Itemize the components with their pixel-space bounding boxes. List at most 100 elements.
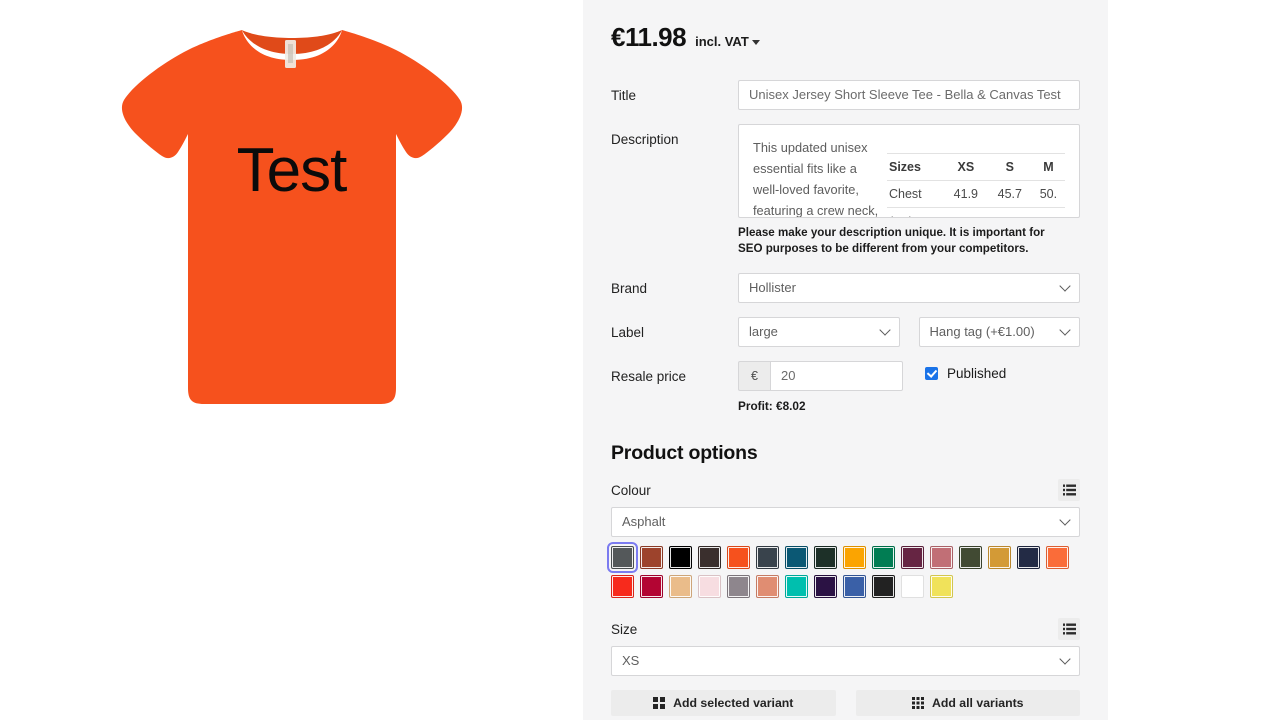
size-selected-value: XS	[622, 653, 640, 668]
size-table-cell: 50.	[1031, 180, 1065, 208]
colour-swatch-grid[interactable]	[607, 542, 1086, 598]
size-table-cell-empty	[1031, 207, 1065, 217]
label-size-select[interactable]: large	[738, 317, 900, 347]
product-form-pane: €11.98 incl. VAT Title Unisex Jersey Sho…	[583, 0, 1108, 720]
resale-price-row: Resale price € 20 Published	[611, 361, 1080, 391]
colour-swatch[interactable]	[756, 575, 779, 598]
colour-label: Colour	[611, 482, 651, 498]
price-header: €11.98 incl. VAT	[611, 22, 1080, 53]
colour-swatch[interactable]	[607, 542, 638, 573]
colour-swatch[interactable]	[727, 546, 750, 569]
colour-swatch[interactable]	[785, 546, 808, 569]
currency-prefix: €	[738, 361, 770, 391]
size-table-unit-row: (cm)	[887, 207, 1065, 217]
variant-buttons-row: Add selected variant Add all variants	[611, 690, 1080, 716]
colour-swatch[interactable]	[901, 575, 924, 598]
tshirt-graphic	[121, 30, 462, 404]
colour-swatch[interactable]	[988, 546, 1011, 569]
caret-down-icon	[751, 40, 760, 46]
resale-price-input[interactable]: 20	[770, 361, 903, 391]
profit-text: Profit: €8.02	[738, 399, 806, 413]
size-table-unit: (cm)	[887, 207, 944, 217]
description-text: This updated unisex essential fits like …	[753, 140, 879, 218]
title-input[interactable]: Unisex Jersey Short Sleeve Tee - Bella &…	[738, 80, 1080, 110]
resale-price-label: Resale price	[611, 369, 687, 384]
add-all-variants-button[interactable]: Add all variants	[855, 690, 1080, 716]
size-table-row: Chest 41.9 45.7 50.	[887, 180, 1065, 208]
colour-swatch[interactable]	[872, 546, 895, 569]
product-mockup[interactable]: Test	[92, 8, 492, 408]
size-option-header: Size	[611, 618, 1080, 640]
brand-selected-value: Hollister	[749, 280, 796, 295]
colour-swatch[interactable]	[669, 575, 692, 598]
colour-swatch[interactable]	[901, 546, 924, 569]
colour-swatch[interactable]	[640, 546, 663, 569]
resale-price-input-group[interactable]: € 20	[738, 361, 903, 391]
colour-swatch[interactable]	[611, 575, 634, 598]
size-table-th: Sizes	[887, 153, 944, 181]
colour-swatch[interactable]	[872, 575, 895, 598]
colour-swatch[interactable]	[669, 546, 692, 569]
colour-swatch[interactable]	[756, 546, 779, 569]
colour-swatch[interactable]	[785, 575, 808, 598]
colour-list-view-button[interactable]	[1058, 479, 1080, 501]
brand-label: Brand	[611, 281, 648, 296]
colour-swatch[interactable]	[959, 546, 982, 569]
colour-swatch[interactable]	[814, 546, 837, 569]
product-image-pane: Test	[0, 0, 583, 720]
colour-swatch[interactable]	[1017, 546, 1040, 569]
size-table-row-label: Chest	[887, 180, 944, 208]
size-table-cell-empty	[943, 207, 988, 217]
published-checkbox[interactable]	[925, 367, 938, 380]
vat-toggle[interactable]: incl. VAT	[695, 34, 760, 49]
title-field-row: Title Unisex Jersey Short Sleeve Tee - B…	[611, 80, 1080, 110]
size-table-cell: 41.9	[943, 180, 988, 208]
right-empty-area	[1108, 0, 1280, 720]
colour-swatch[interactable]	[843, 575, 866, 598]
size-list-view-button[interactable]	[1058, 618, 1080, 640]
colour-swatch[interactable]	[640, 575, 663, 598]
grid-2x2-icon	[653, 697, 666, 709]
size-table-th: XS	[943, 153, 988, 181]
size-table-cell-empty	[987, 207, 1032, 217]
description-label: Description	[611, 132, 679, 147]
size-select[interactable]: XS	[611, 646, 1080, 676]
grid-3x3-icon	[911, 697, 924, 709]
add-all-variants-label: Add all variants	[931, 696, 1024, 710]
description-editor[interactable]: This updated unisex essential fits like …	[738, 124, 1080, 218]
colour-swatch[interactable]	[930, 575, 953, 598]
colour-swatch[interactable]	[814, 575, 837, 598]
label-tag-select[interactable]: Hang tag (+€1.00)	[918, 317, 1080, 347]
colour-swatch[interactable]	[843, 546, 866, 569]
published-label: Published	[947, 366, 1007, 381]
brand-field-row: Brand Hollister	[611, 273, 1080, 303]
mockup-print-text: Test	[236, 136, 348, 205]
list-view-icon	[1062, 623, 1076, 635]
description-field-row: Description This updated unisex essentia…	[611, 124, 1080, 257]
list-view-icon	[1062, 484, 1076, 496]
size-table-cell: 45.7	[987, 180, 1032, 208]
label-size-selected-value: large	[749, 324, 778, 339]
colour-swatch[interactable]	[1046, 546, 1069, 569]
label-label: Label	[611, 325, 645, 340]
colour-swatch[interactable]	[698, 546, 721, 569]
colour-swatch[interactable]	[930, 546, 953, 569]
size-label: Size	[611, 621, 638, 637]
size-table: Sizes XS S M Chest 41.9 45.7 50.	[887, 153, 1065, 217]
price-value: €11.98	[611, 22, 687, 52]
colour-swatch[interactable]	[698, 575, 721, 598]
size-table-th: M	[1031, 153, 1065, 181]
size-table-th: S	[987, 153, 1032, 181]
published-checkbox-group[interactable]: Published	[925, 361, 1006, 381]
title-label: Title	[611, 88, 637, 103]
colour-swatch[interactable]	[727, 575, 750, 598]
colour-select[interactable]: Asphalt	[611, 507, 1080, 537]
product-editor-screen: Test €11.98 incl. VAT Title Unisex Jerse…	[0, 0, 1280, 720]
product-options-heading: Product options	[611, 442, 758, 464]
size-table-header-row: Sizes XS S M	[887, 153, 1065, 181]
colour-selected-value: Asphalt	[622, 514, 666, 529]
brand-select[interactable]: Hollister	[738, 273, 1080, 303]
label-field-row: Label large Hang tag (+€1.00)	[611, 317, 1080, 347]
add-selected-variant-button[interactable]: Add selected variant	[611, 690, 836, 716]
add-selected-variant-label: Add selected variant	[673, 696, 794, 710]
